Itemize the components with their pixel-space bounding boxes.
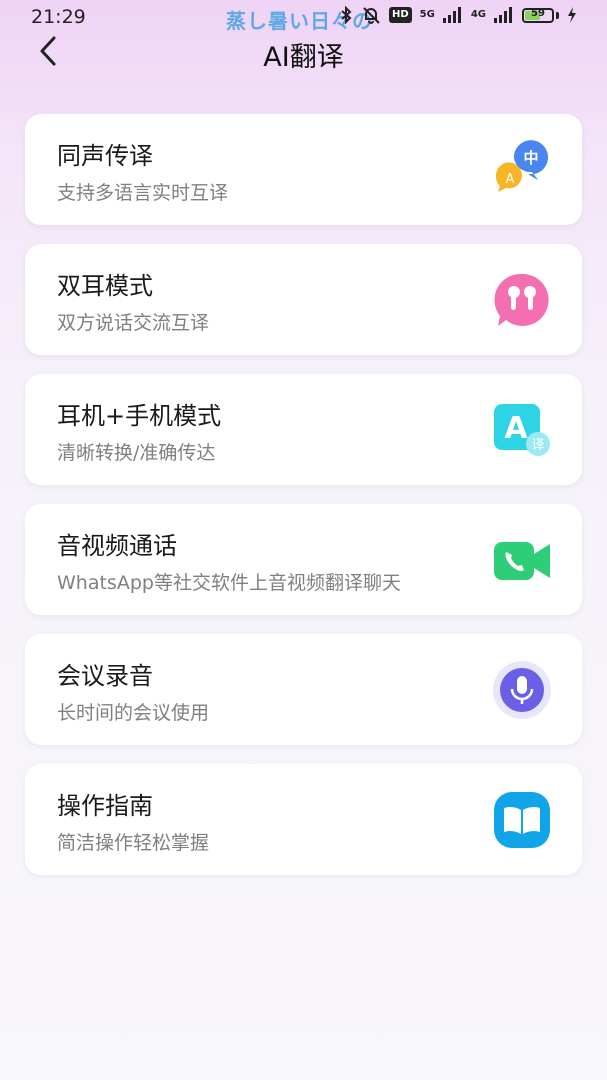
menu-item-subtitle: WhatsApp等社交软件上音视频翻译聊天 (57, 572, 401, 594)
icon-char-yi: 译 (531, 438, 544, 453)
battery-tip (556, 11, 559, 19)
page-title: AI翻译 (263, 42, 344, 73)
menu-item-title: 同声传译 (57, 142, 153, 170)
menu-item-title: 音视频通话 (57, 532, 177, 560)
menu-item-title: 会议录音 (57, 662, 153, 690)
menu-item-subtitle: 简洁操作轻松掌握 (57, 832, 210, 854)
signal-icon (442, 7, 461, 23)
icon-char-zhong: 中 (523, 149, 538, 167)
menu-item-title: 操作指南 (57, 792, 153, 820)
menu-item-subtitle: 清晰转换/准确传达 (57, 442, 216, 464)
menu-list: 同声传译 支持多语言实时互译 A 中 双耳模式 双方说话交流互译 耳机+手机模式… (25, 114, 582, 894)
network-4g-label: 4G (470, 9, 486, 20)
menu-item-subtitle: 支持多语言实时互译 (57, 182, 229, 204)
menu-item-subtitle: 长时间的会议使用 (57, 702, 210, 724)
mute-bell-icon (363, 7, 380, 24)
signal-icon-2 (494, 7, 512, 23)
menu-item-subtitle: 双方说话交流互译 (57, 312, 210, 334)
bluetooth-icon (341, 6, 352, 24)
hd-badge: HD (388, 7, 412, 23)
microphone-icon (492, 660, 552, 720)
translate-badge-icon: A 译 (492, 400, 552, 460)
video-call-icon (492, 530, 552, 590)
charging-icon (568, 7, 576, 23)
bilingual-chat-icon: A 中 (492, 140, 552, 200)
earbuds-icon (492, 270, 552, 330)
status-icons: HD 5G 4G 59 (339, 6, 577, 24)
menu-item-user-guide[interactable]: 操作指南 简洁操作轻松掌握 (25, 764, 582, 875)
menu-item-title: 双耳模式 (57, 272, 153, 300)
menu-item-simultaneous-interpretation[interactable]: 同声传译 支持多语言实时互译 A 中 (25, 114, 582, 225)
menu-item-earphone-phone-mode[interactable]: 耳机+手机模式 清晰转换/准确传达 A 译 (25, 374, 582, 485)
book-icon (492, 790, 552, 850)
header: AI翻译 (0, 34, 607, 74)
network-5g-label: 5G (419, 9, 435, 20)
menu-item-title: 耳机+手机模式 (57, 402, 222, 430)
menu-item-av-call[interactable]: 音视频通话 WhatsApp等社交软件上音视频翻译聊天 (25, 504, 582, 615)
status-time: 21:29 (31, 6, 86, 28)
icon-letter-a: A (504, 411, 528, 446)
menu-item-dual-ear-mode[interactable]: 双耳模式 双方说话交流互译 (25, 244, 582, 355)
battery-icon: 59 (522, 7, 554, 23)
status-bar: 21:29 蒸し暑い日々の HD 5G 4G 59 (0, 0, 607, 34)
battery-level: 59 (531, 7, 545, 19)
menu-item-meeting-recording[interactable]: 会议录音 长时间的会议使用 (25, 634, 582, 745)
icon-letter-a: A (506, 172, 515, 187)
